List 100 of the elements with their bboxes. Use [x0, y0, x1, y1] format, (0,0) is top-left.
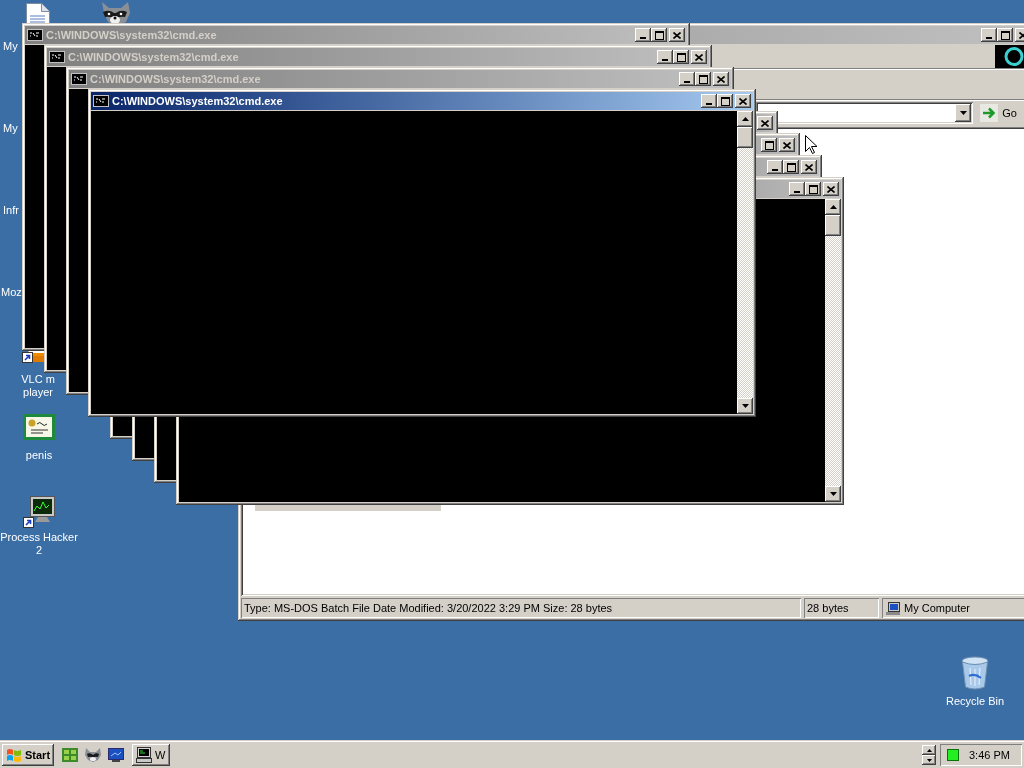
maximize-icon	[676, 52, 686, 62]
scroll-down-button[interactable]	[922, 755, 936, 765]
icon-label: VLC m player	[21, 373, 55, 399]
close-button[interactable]	[735, 94, 751, 108]
close-icon	[1019, 31, 1024, 39]
close-icon	[827, 185, 835, 193]
maximize-icon	[786, 162, 796, 172]
scroll-thumb[interactable]	[825, 215, 841, 236]
minimize-icon	[640, 37, 646, 39]
status-text: Type: MS-DOS Batch File Date Modified: 3/20/2022 3:29 PM Size: 28 bytes	[241, 598, 801, 618]
maximize-button[interactable]	[717, 94, 733, 108]
close-button[interactable]	[669, 28, 685, 42]
window-title: C:\WINDOWS\system32\cmd.exe	[68, 49, 239, 65]
window-title: C:\WINDOWS\system32\cmd.exe	[112, 93, 283, 109]
up-arrow-icon	[741, 117, 749, 121]
scroll-up-button[interactable]	[737, 111, 753, 127]
minimize-icon	[986, 37, 992, 39]
scroll-down-button[interactable]	[825, 486, 841, 502]
ring-icon	[995, 45, 1024, 68]
close-icon	[739, 97, 747, 105]
maximize-icon	[1000, 30, 1010, 40]
minimize-icon	[794, 191, 800, 193]
close-icon	[783, 141, 791, 149]
monitor-icon[interactable]	[108, 748, 124, 762]
start-button[interactable]: Start	[2, 744, 54, 766]
icon-label: My	[3, 40, 18, 53]
minimize-icon	[662, 59, 668, 61]
arrow-right-icon	[980, 104, 999, 122]
maximize-icon	[720, 96, 730, 106]
mouse-pointer-icon	[805, 135, 817, 154]
close-button[interactable]	[823, 182, 839, 196]
caret-down-icon	[959, 111, 967, 115]
close-button[interactable]	[713, 72, 729, 86]
computer-icon	[136, 747, 152, 763]
icon-label: Infr	[3, 204, 19, 217]
close-icon	[673, 31, 681, 39]
maximize-icon	[764, 140, 774, 150]
up-arrow-icon	[926, 748, 932, 752]
icon-label: Recycle Bin	[945, 695, 1005, 708]
window-title: C:\WINDOWS\system32\cmd.exe	[90, 71, 261, 87]
icon-label: My	[3, 122, 18, 135]
computer-icon	[886, 601, 900, 615]
maximize-icon	[654, 30, 664, 40]
go-button[interactable]: Go	[978, 102, 1019, 124]
maximize-icon	[698, 74, 708, 84]
minimize-icon	[706, 103, 712, 105]
close-icon	[805, 163, 813, 171]
certificate-icon	[23, 414, 55, 440]
scroll-up-button[interactable]	[922, 745, 936, 755]
trash-bin-icon	[961, 656, 989, 690]
scroll-up-button[interactable]	[825, 199, 841, 215]
close-button[interactable]	[801, 160, 817, 174]
up-arrow-icon	[829, 205, 837, 209]
maximize-button[interactable]	[651, 28, 667, 42]
taskbar-button[interactable]: W	[132, 744, 170, 766]
window-title: C:\WINDOWS\system32\cmd.exe	[46, 27, 217, 43]
tiles-icon[interactable]	[62, 748, 78, 762]
minimize-button[interactable]	[981, 28, 997, 42]
maximize-button[interactable]	[805, 182, 821, 196]
close-icon	[717, 75, 725, 83]
down-arrow-icon	[741, 404, 749, 408]
minimize-button[interactable]	[679, 72, 695, 86]
close-button[interactable]	[691, 50, 707, 64]
maximize-button[interactable]	[761, 138, 777, 152]
status-location: My Computer	[904, 600, 971, 616]
terminal-icon	[49, 51, 65, 63]
maximize-button[interactable]	[997, 28, 1013, 42]
close-icon	[695, 53, 703, 61]
scrollbar[interactable]	[825, 199, 841, 502]
scroll-down-button[interactable]	[737, 398, 753, 414]
minimize-button[interactable]	[635, 28, 651, 42]
down-arrow-icon	[926, 758, 932, 762]
terminal-icon	[27, 29, 43, 41]
status-square-icon	[947, 749, 959, 761]
terminal-icon	[71, 73, 87, 85]
terminal-icon	[93, 95, 109, 107]
scrollbar[interactable]	[737, 111, 753, 414]
maximize-button[interactable]	[673, 50, 689, 64]
minimize-button[interactable]	[767, 160, 783, 174]
scroll-thumb[interactable]	[737, 127, 753, 148]
close-button[interactable]	[779, 138, 795, 152]
minimize-button[interactable]	[789, 182, 805, 196]
minimize-button[interactable]	[701, 94, 717, 108]
down-arrow-icon	[829, 492, 837, 496]
dropdown-button[interactable]	[955, 104, 972, 122]
close-icon	[761, 119, 769, 127]
minimize-button[interactable]	[657, 50, 673, 64]
maximize-button[interactable]	[695, 72, 711, 86]
maximize-icon	[808, 184, 818, 194]
icon-label: Moz	[1, 286, 22, 299]
status-size: 28 bytes	[804, 598, 879, 618]
minimize-icon	[772, 169, 778, 171]
flag-icon	[6, 748, 22, 762]
address-field[interactable]	[756, 102, 974, 124]
clock: 3:46 PM	[969, 747, 1010, 763]
maximize-button[interactable]	[783, 160, 799, 174]
icon-label: Process Hacker 2	[0, 531, 78, 557]
icon-label: penis	[25, 449, 53, 462]
raccoon-icon[interactable]	[85, 748, 101, 762]
monitor-chart-icon	[23, 496, 55, 528]
